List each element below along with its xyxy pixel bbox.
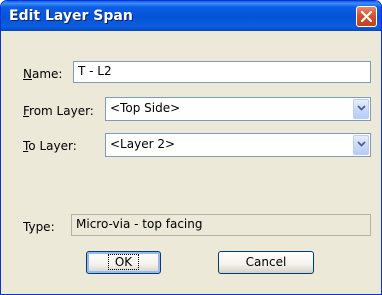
from-layer-value: <Top Side>	[110, 101, 181, 115]
close-icon	[361, 11, 372, 22]
chevron-down-icon	[357, 141, 366, 147]
window-title: Edit Layer Span	[9, 8, 133, 24]
ok-button[interactable]: OK	[86, 251, 161, 274]
from-layer-select[interactable]: <Top Side>	[105, 97, 371, 121]
name-label: Name:	[23, 67, 63, 81]
to-layer-value: <Layer 2>	[110, 137, 176, 151]
edit-layer-span-dialog: Edit Layer Span Name: T - L2 From Layer:…	[0, 0, 382, 295]
close-button[interactable]	[356, 6, 377, 27]
type-value: Micro-via - top facing	[71, 214, 371, 236]
to-layer-label: To Layer:	[23, 139, 77, 153]
from-layer-dropdown-button[interactable]	[353, 99, 369, 119]
chevron-down-icon	[357, 105, 366, 111]
to-layer-select[interactable]: <Layer 2>	[105, 133, 371, 157]
cancel-button[interactable]: Cancel	[218, 251, 314, 274]
name-input[interactable]: T - L2	[73, 61, 371, 83]
title-bar[interactable]: Edit Layer Span	[1, 1, 381, 31]
from-layer-label: From Layer:	[23, 104, 94, 118]
type-label: Type:	[23, 220, 55, 234]
to-layer-dropdown-button[interactable]	[353, 135, 369, 155]
